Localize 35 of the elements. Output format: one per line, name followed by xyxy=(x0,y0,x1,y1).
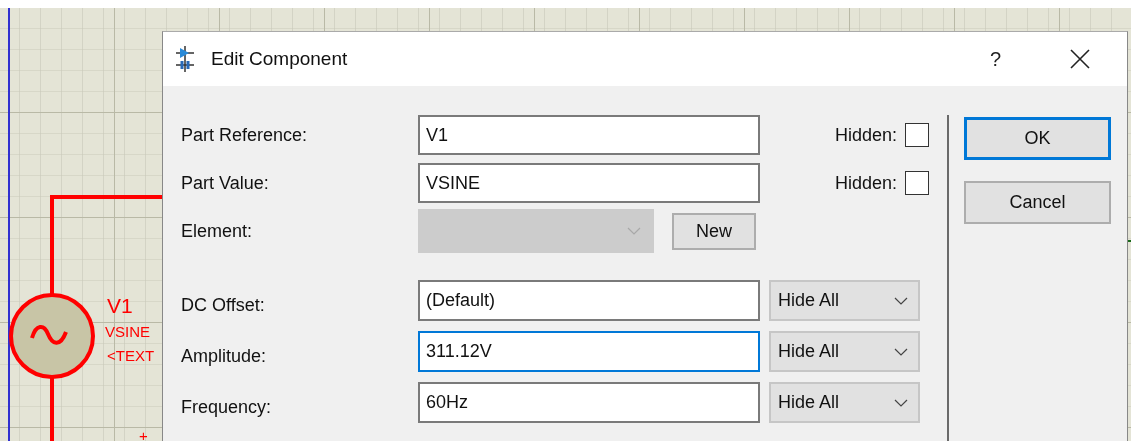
chevron-icon xyxy=(627,227,641,235)
pin-mark: + xyxy=(139,427,148,441)
property-label: Frequency: xyxy=(181,396,273,418)
component-reference: V1 xyxy=(107,294,133,317)
property-field[interactable]: 60Hz xyxy=(418,382,760,423)
wire-stub xyxy=(1126,240,1131,242)
visibility-dropdown[interactable]: Hide All xyxy=(769,382,920,423)
component-icon xyxy=(176,46,194,72)
field-label: Part Reference: xyxy=(181,124,309,146)
dialog-button[interactable]: Cancel xyxy=(964,181,1111,224)
field-label: Part Value: xyxy=(181,172,270,194)
window-title: Edit Component xyxy=(211,48,348,70)
property-label: Amplitude: xyxy=(181,345,268,367)
help-button[interactable]: ? xyxy=(989,47,1001,71)
text-field[interactable]: VSINE xyxy=(418,163,760,203)
text-field[interactable]: V1 xyxy=(418,115,760,155)
chevron-icon xyxy=(894,296,908,305)
hidden-checkbox[interactable] xyxy=(905,123,929,147)
hidden-label: Hidden: xyxy=(834,124,897,146)
property-field[interactable]: (Default) xyxy=(418,280,760,321)
property-field[interactable]: 311.12V xyxy=(418,331,760,372)
field-label: Element: xyxy=(181,220,254,242)
wire xyxy=(50,378,54,441)
chevron-icon xyxy=(894,398,908,407)
hidden-checkbox[interactable] xyxy=(905,171,929,195)
property-label: DC Offset: xyxy=(181,294,266,316)
voltage-source-icon[interactable] xyxy=(9,293,95,379)
component-text: <TEXT xyxy=(107,347,155,364)
dialog-button[interactable]: OK xyxy=(964,117,1111,160)
visibility-dropdown[interactable]: Hide All xyxy=(769,280,920,321)
component-value: VSINE xyxy=(105,323,150,340)
hidden-label: Hidden: xyxy=(834,172,897,194)
close-icon[interactable] xyxy=(1069,48,1091,70)
chevron-icon xyxy=(894,347,908,356)
visibility-dropdown[interactable]: Hide All xyxy=(769,331,920,372)
